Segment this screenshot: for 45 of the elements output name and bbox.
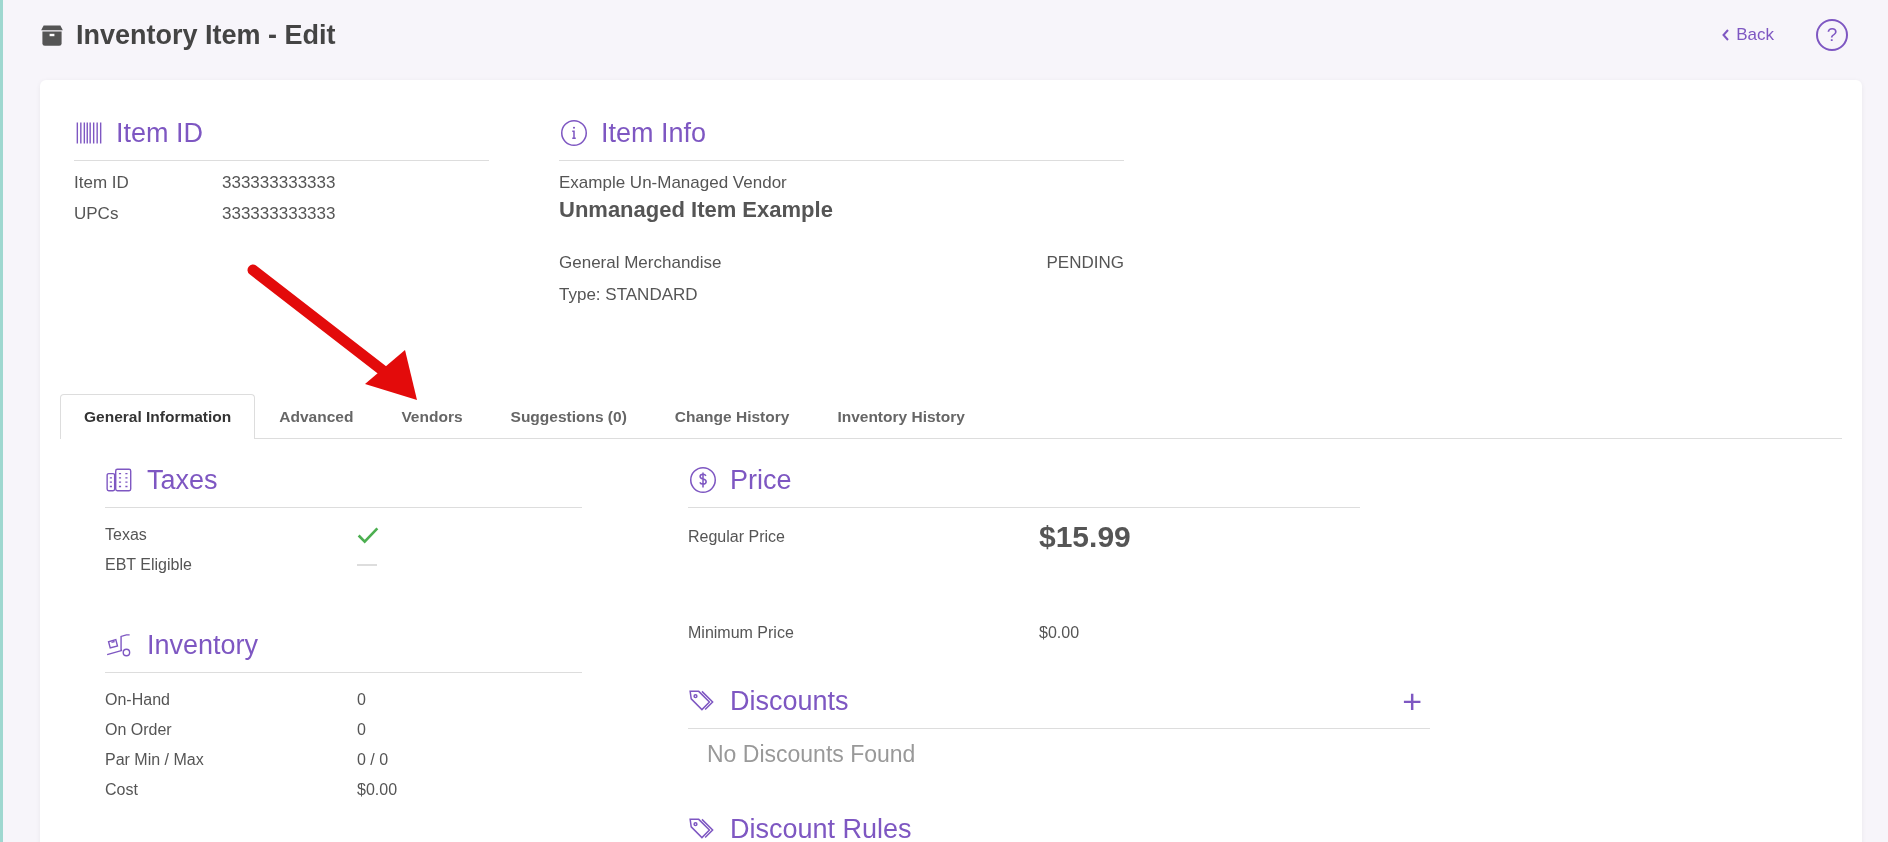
tab[interactable]: Advanced <box>255 394 378 439</box>
section-heading: Item ID <box>116 117 203 149</box>
back-link[interactable]: Back <box>1722 25 1774 45</box>
field-label: Regular Price <box>688 527 786 546</box>
status-text: PENDING <box>1046 253 1124 274</box>
field-value: 333333333333 <box>222 173 336 194</box>
field-value: $0.00 <box>1039 624 1080 643</box>
field-label: UPCs <box>74 204 120 225</box>
field-label: On-Hand <box>105 691 171 709</box>
add-button[interactable]: + <box>1394 684 1430 718</box>
field-value: 333333333333 <box>222 204 336 225</box>
tab[interactable]: Vendors <box>377 394 487 439</box>
field-label: Minimum Price <box>688 624 795 643</box>
field-value: 0 <box>357 691 366 709</box>
tax-label: Texas <box>105 526 148 544</box>
dollar-icon <box>688 466 718 494</box>
section-heading: Taxes <box>147 464 218 496</box>
box-icon <box>40 24 64 46</box>
section-heading: Discounts <box>730 685 849 717</box>
chevron-icon <box>1722 29 1731 41</box>
field-value: 0 / 0 <box>357 751 389 769</box>
tab[interactable]: General Information <box>60 394 256 439</box>
tab[interactable]: Suggestions (0) <box>486 394 651 439</box>
info-icon <box>559 119 589 147</box>
page-title: Inventory Item - Edit <box>76 19 336 51</box>
section-heading: Discount Rules <box>730 813 912 842</box>
section-heading: Inventory <box>147 629 259 661</box>
help-button[interactable]: ? <box>1816 19 1848 51</box>
type-text: Type: STANDARD <box>559 285 699 305</box>
empty-message: No Discounts Found <box>706 741 917 768</box>
section-heading: Price <box>730 464 792 496</box>
section-heading: Item Info <box>601 117 707 149</box>
vendor-name: Example Un-Managed Vendor <box>559 173 788 194</box>
field-label: On Order <box>105 721 173 739</box>
field-label: Item ID <box>74 173 130 194</box>
category-text: General Merchandise <box>559 253 722 274</box>
field-label: Par Min / Max <box>105 751 205 769</box>
tax-label: EBT Eligible <box>105 556 193 574</box>
tab[interactable]: Change History <box>650 394 814 439</box>
field-value: 0 <box>357 721 366 739</box>
field-label: Cost <box>105 781 139 799</box>
item-name: Unmanaged Item Example <box>559 197 834 223</box>
price-value: $15.99 <box>1039 520 1131 554</box>
field-value: $0.00 <box>357 781 398 799</box>
tab[interactable]: Inventory History <box>813 394 989 439</box>
